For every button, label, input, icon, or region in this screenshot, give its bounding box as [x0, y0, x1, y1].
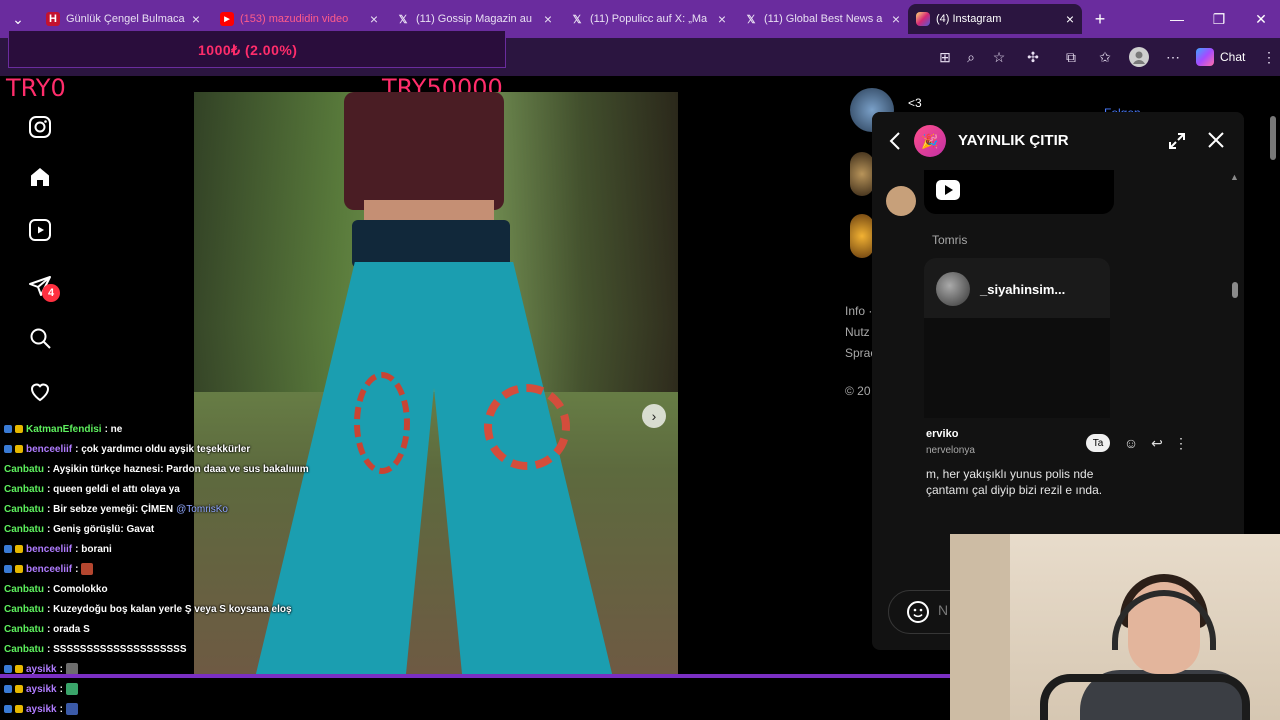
zoom-icon[interactable]: ⌕: [960, 46, 982, 68]
chat-message: Canbatu: orada S: [4, 623, 90, 635]
shared-user-avatar: [936, 272, 970, 306]
chat-emote: [81, 563, 94, 575]
next-image-chevron-icon[interactable]: ›: [642, 404, 666, 428]
reel-play-icon: [936, 180, 960, 200]
tab-instagram[interactable]: (4) Instagram ×: [908, 4, 1082, 34]
home-icon[interactable]: [26, 163, 54, 191]
chat-label: Chat: [1220, 50, 1246, 64]
more-menu-icon[interactable]: ⋯: [1162, 46, 1184, 68]
instagram-logo-icon[interactable]: [26, 113, 54, 141]
apps-icon[interactable]: ⊞: [934, 46, 956, 68]
copilot-icon: [1196, 48, 1214, 66]
chat-message: benceeliif: borani: [4, 540, 112, 558]
shared-username[interactable]: _siyahinsim...: [980, 282, 1065, 297]
chat-message: Canbatu: Kuzeydoğu boş kalan yerle Ş vey…: [4, 603, 292, 615]
tab-populicc[interactable]: 𝕏 (11) Populicc auf X: „Ma ×: [562, 4, 734, 34]
instagram-favicon-icon: [916, 12, 930, 26]
page-scrollbar[interactable]: [1270, 116, 1276, 160]
split-screen-icon[interactable]: ⧉: [1060, 46, 1082, 68]
messages-badge: 4: [42, 284, 60, 302]
search-icon[interactable]: [26, 324, 54, 352]
expand-icon[interactable]: [1168, 132, 1186, 150]
x-favicon-icon: 𝕏: [398, 13, 408, 26]
message-input-placeholder: N: [938, 602, 949, 618]
reply-arrow-icon[interactable]: ↩: [1148, 434, 1166, 452]
tab-title: (11) Gossip Magazin au: [416, 13, 532, 25]
close-window-icon[interactable]: ✕: [1238, 0, 1280, 38]
x-favicon-icon: 𝕏: [572, 13, 582, 26]
chat-message: KatmanEfendisi: ne: [4, 420, 122, 438]
close-tab-icon[interactable]: ×: [892, 11, 900, 27]
try-counter-left: TRY0: [6, 74, 66, 102]
message-sender-avatar[interactable]: [886, 186, 916, 216]
webcam-feed: [950, 534, 1280, 720]
chat-message: benceeliif:: [4, 560, 94, 578]
footer-info-link[interactable]: Info ·: [845, 304, 872, 318]
suggestion-avatar[interactable]: [850, 214, 874, 258]
tab-title: (11) Populicc auf X: „Ma: [590, 13, 708, 25]
post-image[interactable]: [194, 92, 678, 674]
chat-emote: [65, 683, 78, 695]
suggestion-avatar[interactable]: [850, 152, 874, 196]
emoji-icon[interactable]: [906, 600, 930, 624]
chat-message: Canbatu: Bir sebze yemeği: ÇİMEN @Tomris…: [4, 503, 228, 515]
minimize-icon[interactable]: —: [1154, 0, 1200, 38]
suggestion-name[interactable]: <3: [908, 96, 922, 110]
tab-title: (4) Instagram: [936, 13, 1002, 25]
chat-message: aysikk:: [4, 700, 78, 718]
caption-subtitle: nervelonya: [926, 445, 975, 456]
chat-message: Canbatu: Comolokko: [4, 583, 108, 595]
chat-message: Canbatu: Geniş görüşlü: Gavat: [4, 523, 155, 535]
reels-icon[interactable]: [26, 216, 54, 244]
dm-title[interactable]: YAYINLIK ÇITIR: [958, 132, 1069, 149]
youtube-favicon-icon: ▶: [220, 12, 234, 26]
profile-avatar-icon[interactable]: [1128, 46, 1150, 68]
sidebar-more-icon[interactable]: ⋮: [1258, 46, 1280, 68]
h-favicon-icon: H: [46, 12, 60, 26]
close-tab-icon[interactable]: ×: [192, 11, 200, 27]
tab-title: Günlük Çengel Bulmaca: [66, 13, 185, 25]
tab-title: (153) mazudidin video: [240, 13, 349, 25]
chat-emote: [65, 703, 78, 715]
chat-message: benceeliif: çok yardımcı oldu ayşik teşe…: [4, 440, 250, 458]
back-arrow-icon[interactable]: [886, 130, 906, 152]
sender-name: Tomris: [932, 233, 968, 247]
scroll-up-arrow-icon[interactable]: ▲: [1230, 172, 1239, 182]
copilot-chat-button[interactable]: Chat: [1196, 46, 1245, 68]
maximize-icon[interactable]: ❐: [1196, 0, 1242, 38]
footer-terms-link[interactable]: Nutz: [845, 325, 870, 339]
chat-message: Canbatu: SSSSSSSSSSSSSSSSSSSS: [4, 643, 187, 655]
dm-scrollbar[interactable]: [1232, 282, 1238, 298]
reaction-pill[interactable]: Ta: [1086, 434, 1110, 452]
new-tab-button[interactable]: +: [1086, 0, 1114, 38]
caption-username: erviko: [926, 428, 959, 440]
extensions-icon[interactable]: ✣: [1022, 46, 1044, 68]
caption-text: m, her yakışıklı yunus polis nde çantamı…: [926, 467, 1103, 497]
shared-post-preview[interactable]: [924, 318, 1110, 418]
favorite-star-icon[interactable]: ☆: [988, 46, 1010, 68]
notifications-heart-icon[interactable]: [26, 377, 54, 405]
group-avatar[interactable]: 🎉: [914, 125, 946, 157]
close-tab-icon[interactable]: ×: [544, 11, 552, 27]
donation-goal-amount: 1000₺ (2.00%): [198, 42, 298, 58]
react-emoji-icon[interactable]: ☺: [1122, 434, 1140, 452]
chat-message: aysikk:: [4, 680, 78, 698]
chat-message: Canbatu: queen geldi el attı olaya ya: [4, 483, 180, 495]
close-tab-icon[interactable]: ×: [1066, 11, 1074, 27]
more-options-icon[interactable]: ⋮: [1172, 434, 1190, 452]
close-icon[interactable]: [1206, 130, 1226, 150]
tab-global-best-news[interactable]: 𝕏 (11) Global Best News a ×: [736, 4, 908, 34]
tab-title: (11) Global Best News a: [764, 13, 883, 25]
chat-bottom-strip: [0, 678, 950, 720]
footer-copyright: © 20: [845, 384, 871, 398]
x-favicon-icon: 𝕏: [746, 13, 756, 26]
favorites-icon[interactable]: ✩: [1094, 46, 1116, 68]
close-tab-icon[interactable]: ×: [370, 11, 378, 27]
close-tab-icon[interactable]: ×: [718, 11, 726, 27]
chat-message: Canbatu: Ayşikin türkçe haznesi: Pardon …: [4, 463, 309, 475]
